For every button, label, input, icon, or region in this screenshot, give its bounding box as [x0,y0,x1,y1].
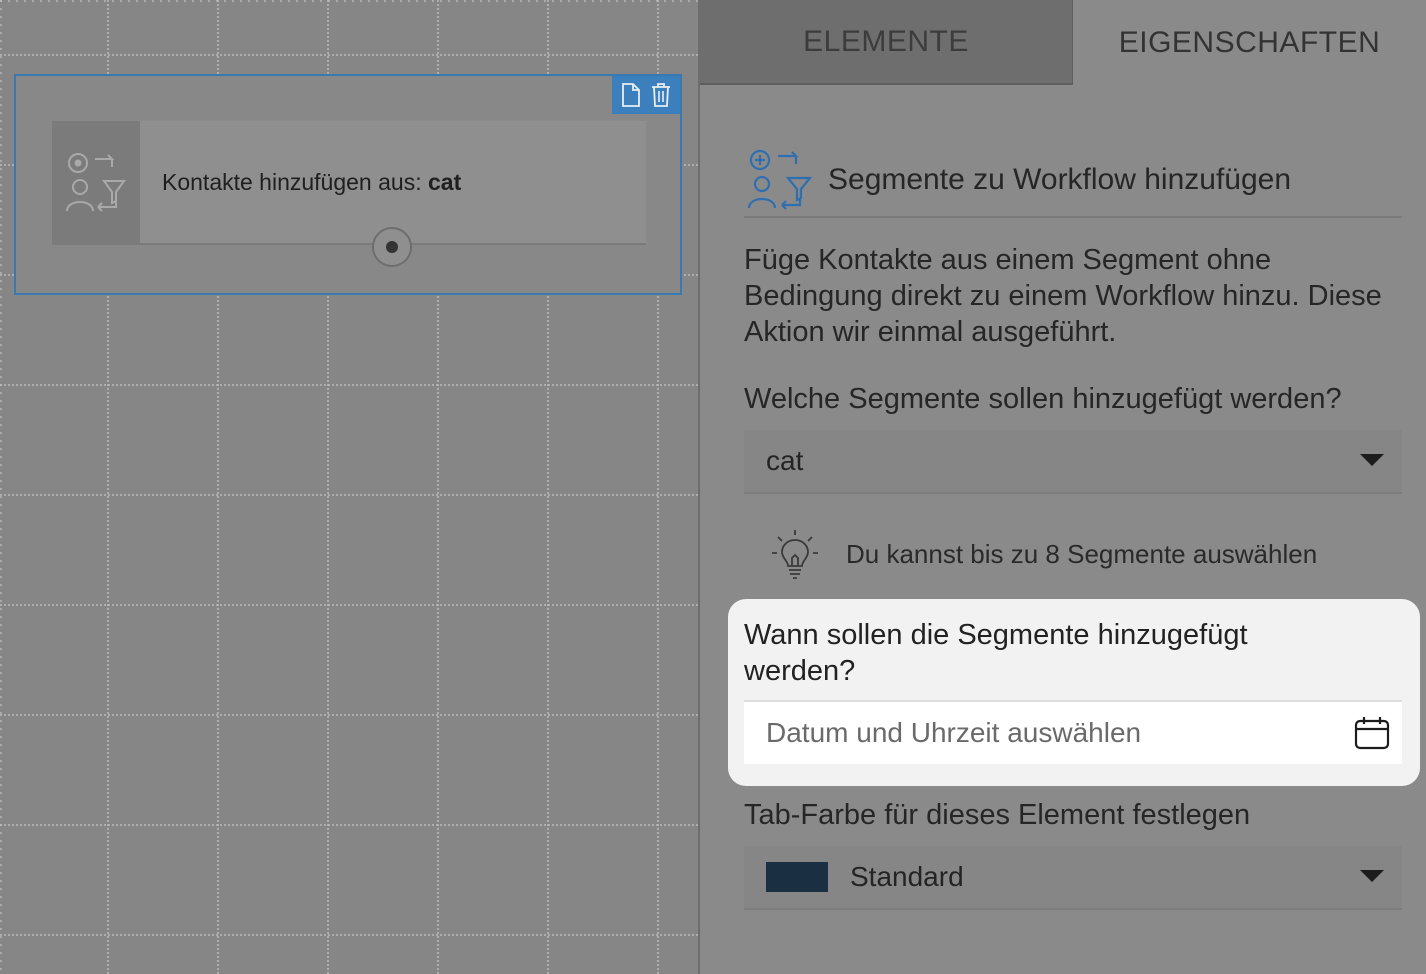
properties-panel: ELEMENTE EIGENSCHAFTEN Segmente zu Workf… [700,0,1426,974]
node-label-value: cat [427,169,462,195]
lightbulb-icon [772,530,818,579]
tab-elemente[interactable]: ELEMENTE [700,0,1073,85]
grid-line [0,824,698,826]
chevron-down-icon [1360,870,1384,882]
trash-icon [652,83,670,107]
grid-line [0,934,698,936]
grid-line [0,494,698,496]
section-header: Segmente zu Workflow hinzufügen [744,144,1402,218]
node-toolbar [612,76,680,114]
segments-select-value: cat [766,445,804,476]
workflow-node-card[interactable]: Kontakte hinzufügen aus: cat [52,121,646,245]
color-select-value: Standard [850,861,964,892]
hint: Du kannst bis zu 8 Segmente auswählen [770,526,1317,582]
panel-tabs: ELEMENTE EIGENSCHAFTEN [700,0,1426,85]
document-icon [622,83,640,107]
color-swatch [766,862,828,892]
segment-contacts-icon [747,149,813,210]
node-label-prefix: Kontakte hinzufügen aus: [162,169,428,195]
chevron-down-icon [1360,454,1384,466]
segment-contacts-icon [66,153,126,212]
date-field-group: Wann sollen die Segmente hinzugefügt wer… [728,599,1420,786]
hint-text: Du kannst bis zu 8 Segmente auswählen [846,538,1318,569]
calendar-icon[interactable] [1354,716,1390,750]
grid-line [0,714,698,716]
copy-node-button[interactable] [618,81,644,109]
segments-select[interactable]: cat [744,430,1402,494]
workflow-canvas[interactable]: Kontakte hinzufügen aus: cat [0,0,698,974]
datetime-input[interactable]: Datum und Uhrzeit auswählen [744,700,1402,764]
section-description: Füge Kontakte aus einem Segment ohne Bed… [744,244,1382,348]
datetime-placeholder: Datum und Uhrzeit auswählen [766,717,1142,748]
port-dot [386,241,398,253]
section-title: Segmente zu Workflow hinzufügen [828,163,1292,196]
grid-line [0,384,698,386]
workflow-node-selection[interactable]: Kontakte hinzufügen aus: cat [14,74,682,295]
grid-line [0,54,698,56]
node-label: Kontakte hinzufügen aus: cat [162,169,461,196]
color-label: Tab-Farbe für dieses Element festlegen [744,799,1251,831]
tab-eigenschaften[interactable]: EIGENSCHAFTEN [1073,0,1426,85]
grid-line [0,604,698,606]
node-icon-box [52,121,140,245]
color-select[interactable]: Standard [744,846,1402,910]
date-label: Wann sollen die Segmente hinzugefügt wer… [744,619,1248,687]
node-output-port[interactable] [372,227,412,267]
delete-node-button[interactable] [648,81,674,109]
segments-label: Welche Segmente sollen hinzugefügt werde… [744,383,1342,415]
